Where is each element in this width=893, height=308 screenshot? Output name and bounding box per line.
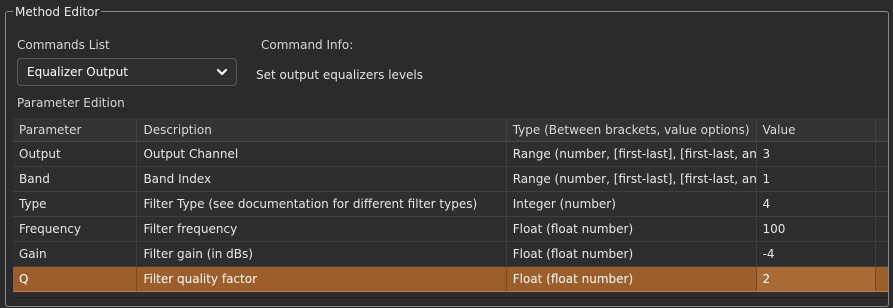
parameter-cell: Frequency	[13, 217, 138, 241]
description-cell: Filter frequency	[137, 217, 507, 241]
type-cell: Range (number, [first-last], [first-last…	[507, 167, 757, 191]
header-extra	[876, 118, 888, 141]
extra-cell	[876, 167, 888, 191]
table-row[interactable]: Type Filter Type (see documentation for …	[13, 192, 888, 217]
table-row-selected[interactable]: Q Filter quality factor Float (float num…	[13, 267, 888, 292]
description-cell: Filter gain (in dBs)	[137, 242, 507, 266]
extra-cell	[876, 142, 888, 166]
parameter-cell: Band	[13, 167, 138, 191]
type-cell: Float (float number)	[507, 242, 757, 266]
header-type[interactable]: Type (Between brackets, value options)	[507, 118, 757, 141]
parameter-table: Parameter Description Type (Between brac…	[13, 118, 888, 298]
description-cell: Filter Type (see documentation for diffe…	[137, 192, 507, 216]
header-parameter[interactable]: Parameter	[13, 118, 138, 141]
value-cell[interactable]: 100	[757, 217, 876, 241]
value-cell[interactable]: 2	[756, 267, 876, 291]
type-cell: Float (float number)	[507, 267, 757, 291]
extra-cell	[876, 242, 888, 266]
table-row[interactable]: Band Band Index Range (number, [first-la…	[13, 167, 888, 192]
chevron-down-icon	[216, 68, 228, 76]
description-cell: Output Channel	[137, 142, 507, 166]
command-info-label: Command Info:	[261, 38, 354, 52]
command-description: Set output equalizers levels	[256, 68, 424, 82]
type-cell: Float (float number)	[507, 217, 757, 241]
command-select-value: Equalizer Output	[27, 65, 128, 79]
method-editor-title: Method Editor	[13, 5, 102, 19]
table-row[interactable]: Gain Filter gain (in dBs) Float (float n…	[13, 242, 888, 267]
table-header-row: Parameter Description Type (Between brac…	[13, 118, 888, 142]
type-cell: Range (number, [first-last], [first-last…	[507, 142, 757, 166]
type-cell: Integer (number)	[507, 192, 757, 216]
description-cell: Band Index	[137, 167, 507, 191]
table-row[interactable]: Output Output Channel Range (number, [fi…	[13, 142, 888, 167]
command-select[interactable]: Equalizer Output	[17, 58, 237, 86]
table-row[interactable]: Frequency Filter frequency Float (float …	[13, 217, 888, 242]
commands-list-label: Commands List	[17, 38, 110, 52]
parameter-cell: Type	[13, 192, 138, 216]
extra-cell	[876, 192, 888, 216]
parameter-cell: Gain	[13, 242, 138, 266]
value-cell[interactable]: 3	[757, 142, 876, 166]
description-cell: Filter quality factor	[137, 267, 507, 291]
value-cell[interactable]: -4	[757, 242, 876, 266]
value-cell[interactable]: 1	[757, 167, 876, 191]
extra-cell	[876, 267, 888, 291]
parameter-cell: Output	[13, 142, 138, 166]
parameter-cell: Q	[13, 267, 138, 291]
header-value[interactable]: Value	[757, 118, 876, 141]
extra-cell	[876, 217, 888, 241]
parameter-edition-label: Parameter Edition	[17, 96, 125, 110]
header-description[interactable]: Description	[137, 118, 507, 141]
value-cell[interactable]: 4	[757, 192, 876, 216]
